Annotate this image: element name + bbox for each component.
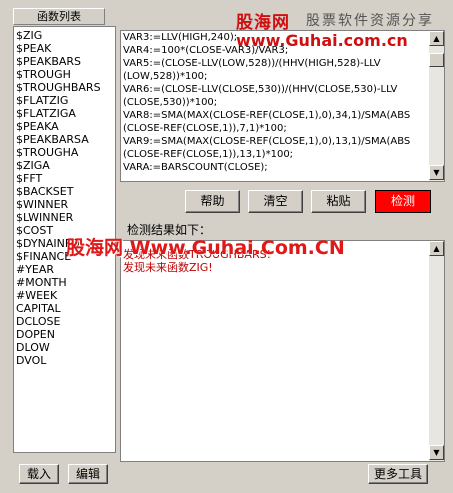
function-list-item[interactable]: $FLATZIG — [16, 94, 115, 107]
function-list-item[interactable]: $FLATZIGA — [16, 107, 115, 120]
function-list-item[interactable]: $BACKSET — [16, 185, 115, 198]
function-list-item[interactable]: $FFT — [16, 172, 115, 185]
function-list-item[interactable]: #YEAR — [16, 263, 115, 276]
result-scroll-up-arrow-icon[interactable]: ▲ — [429, 241, 444, 256]
function-list-item[interactable]: $ZIG — [16, 29, 115, 42]
function-list-item[interactable]: $PEAK — [16, 42, 115, 55]
function-list-item[interactable]: $TROUGHA — [16, 146, 115, 159]
function-list-item[interactable]: $LWINNER — [16, 211, 115, 224]
scroll-thumb[interactable] — [429, 53, 444, 67]
more-tools-button[interactable]: 更多工具 — [368, 464, 428, 484]
function-list-item[interactable]: DCLOSE — [16, 315, 115, 328]
code-line: VAR8:=SMA(MAX(CLOSE-REF(CLOSE,1),0),34,1… — [123, 110, 411, 121]
result-output[interactable]: 发现未来函数TROUGHBARS! 发现未来函数ZIG! ▲ ▼ — [120, 240, 445, 462]
help-button[interactable]: 帮助 — [185, 190, 240, 213]
result-scroll-down-arrow-icon[interactable]: ▼ — [429, 445, 444, 460]
edit-button[interactable]: 编辑 — [68, 464, 108, 484]
function-list-item[interactable]: DVOL — [16, 354, 115, 367]
watermark-url: www.Guhai.com.cn — [236, 31, 408, 50]
function-list-item[interactable]: CAPITAL — [16, 302, 115, 315]
scroll-up-arrow-icon[interactable]: ▲ — [429, 31, 444, 46]
clear-button[interactable]: 清空 — [248, 190, 303, 213]
check-button[interactable]: 检测 — [375, 190, 431, 213]
formula-editor[interactable]: VAR3:=LLV(HIGH,240); VAR4:=100*(CLOSE-VAR… — [120, 30, 445, 182]
code-line: VAR5:=(CLOSE-LLV(LOW,528))/(HHV(HIGH,528… — [123, 58, 381, 69]
watermark-logo: 股海网 — [236, 13, 290, 33]
load-button[interactable]: 载入 — [19, 464, 59, 484]
function-list-item[interactable]: $PEAKBARS — [16, 55, 115, 68]
result-scrollbar[interactable]: ▲ ▼ — [429, 241, 444, 461]
function-list-header: 函数列表 — [13, 8, 105, 25]
function-list-item[interactable]: $PEAKA — [16, 120, 115, 133]
code-line: (LOW,528))*100; — [123, 71, 208, 82]
code-line: VAR6:=(CLOSE-LLV(CLOSE,530))/(HHV(CLOSE,… — [123, 84, 398, 95]
code-line: (CLOSE-REF(CLOSE,1)),7,1)*100; — [123, 123, 287, 134]
code-line: VAR9:=SMA(MAX(CLOSE-REF(CLOSE,1),0),13,1… — [123, 136, 411, 147]
function-list-item[interactable]: DLOW — [16, 341, 115, 354]
editor-scrollbar[interactable]: ▲ ▼ — [429, 31, 444, 181]
function-list-item[interactable]: DOPEN — [16, 328, 115, 341]
result-line: 发现未来函数ZIG! — [123, 261, 213, 274]
code-line: (CLOSE-REF(CLOSE,1)),13,1)*100; — [123, 149, 294, 160]
formula-code[interactable]: VAR3:=LLV(HIGH,240); VAR4:=100*(CLOSE-VAR… — [123, 31, 427, 179]
function-list-item[interactable]: #MONTH — [16, 276, 115, 289]
paste-button[interactable]: 粘贴 — [311, 190, 366, 213]
code-line: VARA:=BARSCOUNT(CLOSE); — [123, 162, 268, 173]
watermark-center: 股海网 Www.Guhai.Com.CN — [66, 237, 345, 259]
function-list-item[interactable]: $PEAKBARSA — [16, 133, 115, 146]
function-list-item[interactable]: #WEEK — [16, 289, 115, 302]
function-list-item[interactable]: $ZIGA — [16, 159, 115, 172]
function-list-item[interactable]: $WINNER — [16, 198, 115, 211]
function-list-item[interactable]: $TROUGHBARS — [16, 81, 115, 94]
function-list-item[interactable]: $TROUGH — [16, 68, 115, 81]
watermark-slogan: 股票软件资源分享 — [306, 13, 434, 29]
scroll-down-arrow-icon[interactable]: ▼ — [429, 165, 444, 180]
code-line: (CLOSE,530))*100; — [123, 97, 218, 108]
